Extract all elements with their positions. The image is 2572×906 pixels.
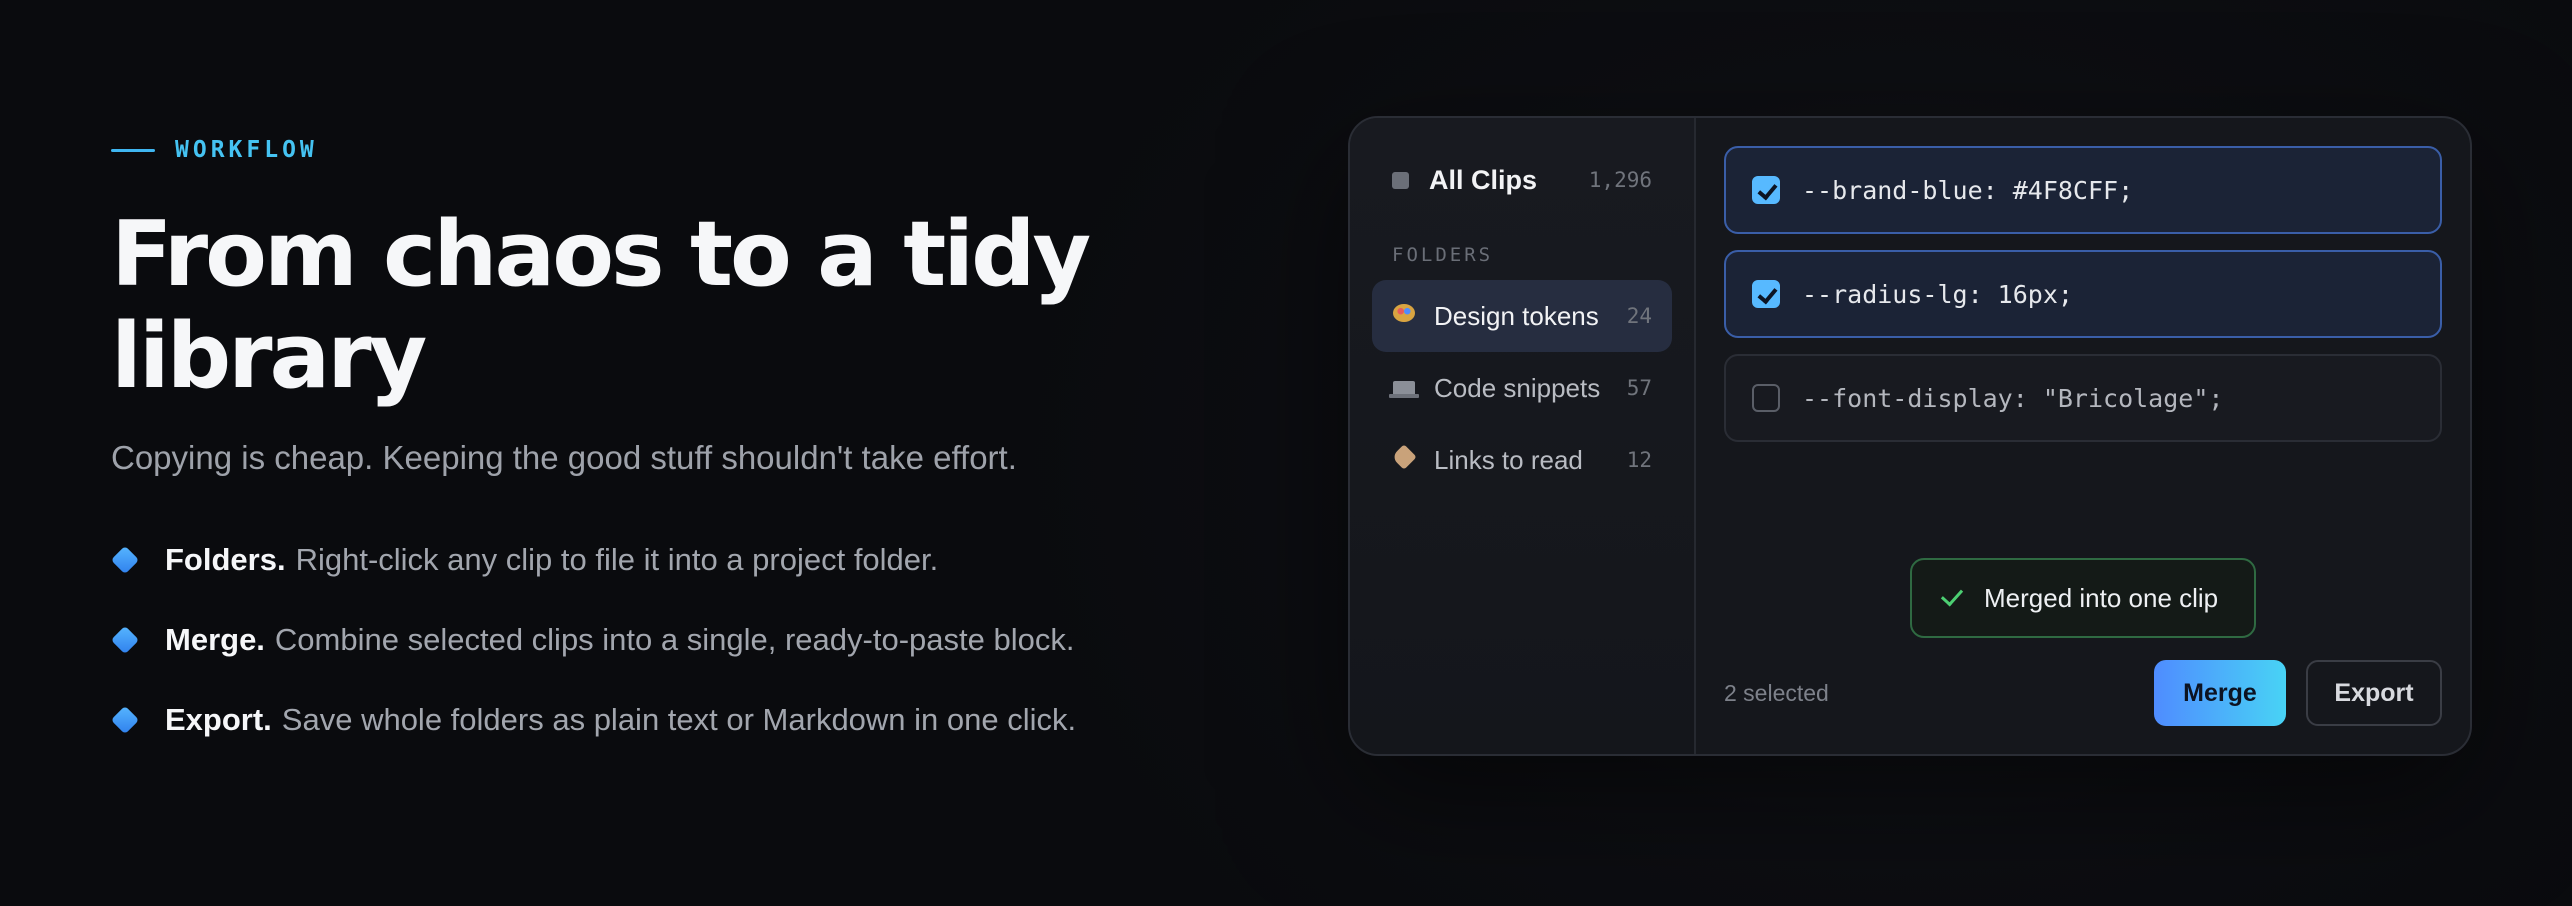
selection-count: 2 selected: [1724, 679, 1829, 706]
sidebar-item-label: Code snippets: [1434, 372, 1601, 403]
page: WORKFLOW From chaos to a tidy library Co…: [0, 0, 2572, 906]
clip-text: --brand-blue: #4F8CFF;: [1802, 175, 2134, 205]
sidebar-section-label: FOLDERS: [1392, 244, 1494, 266]
feature-list: Folders. Right-click any clip to file it…: [110, 532, 1231, 748]
action-bar: 2 selected Merge Export: [1724, 660, 2442, 726]
feature-description: Combine selected clips into a single, re…: [274, 622, 1075, 657]
subhead: Copying is cheap. Keeping the good stuff…: [111, 439, 1017, 476]
clip-count: 1,296: [1588, 168, 1652, 192]
merge-toast: Merged into one clip: [1910, 558, 2256, 638]
feature-title: Merge.: [165, 622, 265, 657]
clip-row[interactable]: --radius-lg: 16px;: [1724, 250, 2442, 338]
clip-row[interactable]: --font-display: "Bricolage";: [1724, 354, 2442, 442]
clip-text: --radius-lg: 16px;: [1802, 279, 2073, 309]
sidebar-item-label: Design tokens: [1434, 300, 1599, 331]
folder-count: 57: [1626, 376, 1652, 400]
clip-checkbox[interactable]: [1752, 176, 1780, 204]
feature-title: Folders.: [165, 542, 286, 577]
square-icon: [1392, 171, 1409, 189]
eyebrow-line: [111, 148, 155, 152]
headline: From chaos to a tidy library: [111, 202, 1091, 409]
feature-item-export: Export. Save whole folders as plain text…: [110, 692, 1231, 748]
clip-row[interactable]: --brand-blue: #4F8CFF;: [1724, 146, 2442, 234]
export-button[interactable]: Export: [2306, 660, 2442, 726]
merge-button[interactable]: Merge: [2154, 660, 2286, 726]
diamond-bullet-icon: [110, 625, 140, 655]
feature-description: Right-click any clip to file it into a p…: [295, 542, 939, 577]
eyebrow: WORKFLOW: [111, 130, 1231, 170]
hero-copy: WORKFLOW From chaos to a tidy library Co…: [110, 130, 1231, 772]
sidebar-item-design-tokens[interactable]: Design tokens 24: [1372, 280, 1672, 352]
feature-description: Save whole folders as plain text or Mark…: [281, 702, 1077, 737]
feature-item-merge: Merge. Combine selected clips into a sin…: [110, 612, 1231, 668]
clip-text: --font-display: "Bricolage";: [1802, 383, 2224, 413]
folder-count: 12: [1626, 448, 1652, 472]
sidebar-item-all-clips[interactable]: All Clips 1,296: [1372, 158, 1672, 202]
feature-item-folders: Folders. Right-click any clip to file it…: [110, 532, 1231, 588]
sidebar-item-links-to-read[interactable]: Links to read 12: [1372, 424, 1672, 496]
clip-list-panel: --brand-blue: #4F8CFF; --radius-lg: 16px…: [1696, 118, 2470, 754]
tag-icon: [1391, 444, 1417, 472]
diamond-bullet-icon: [110, 545, 140, 575]
feature-title: Export.: [165, 702, 272, 737]
check-icon: [1940, 583, 1964, 607]
app-window: All Clips 1,296 FOLDERS Design tokens 24…: [1348, 116, 2472, 756]
diamond-bullet-icon: [110, 705, 140, 735]
toast-message: Merged into one clip: [1984, 582, 2219, 613]
eyebrow-label: WORKFLOW: [175, 137, 318, 163]
clip-checkbox[interactable]: [1752, 384, 1780, 412]
sidebar-item-code-snippets[interactable]: Code snippets 57: [1372, 352, 1672, 424]
folder-count: 24: [1626, 304, 1652, 328]
sidebar-item-label: All Clips: [1429, 164, 1538, 195]
clip-checkbox[interactable]: [1752, 280, 1780, 308]
sidebar-item-label: Links to read: [1434, 444, 1583, 475]
laptop-icon: [1389, 376, 1419, 400]
palette-icon: [1392, 304, 1416, 328]
sidebar: All Clips 1,296 FOLDERS Design tokens 24…: [1350, 118, 1696, 754]
